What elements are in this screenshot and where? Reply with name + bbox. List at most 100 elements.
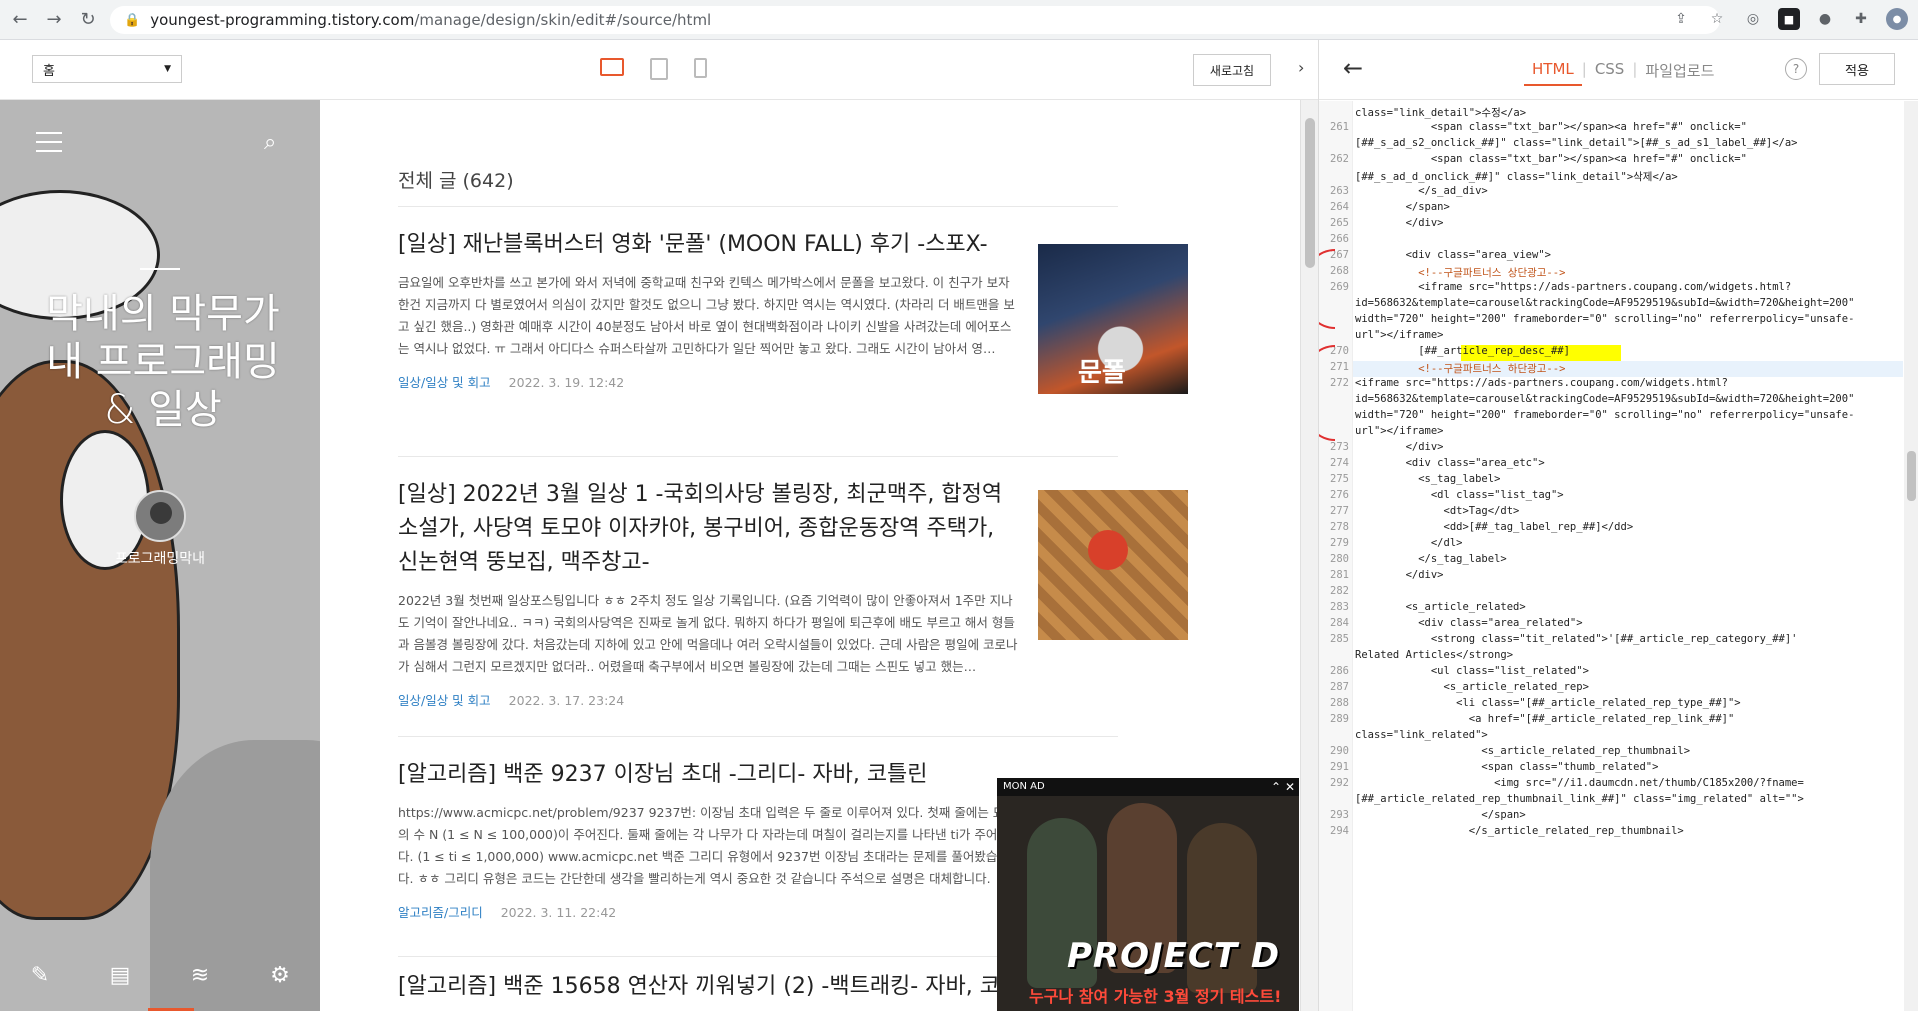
back-icon[interactable]: ← xyxy=(1343,54,1363,82)
blog-title[interactable]: 막내의 막무가내 프로그래밍 & 일상 xyxy=(38,290,288,434)
tab-html[interactable]: HTML xyxy=(1524,60,1582,86)
code-line[interactable]: <!--구글파트너스 상단광고--> xyxy=(1355,265,1565,280)
desktop-icon[interactable] xyxy=(600,58,624,76)
code-line[interactable]: <span class="thumb_related"> xyxy=(1355,761,1658,773)
code-line[interactable]: <span class="txt_bar"></span><a href="#"… xyxy=(1355,153,1747,165)
code-line[interactable]: </div> xyxy=(1355,441,1444,453)
post-title[interactable]: [알고리즘] 백준 15658 연산자 끼워넣기 (2) -백트래킹- 자바, … xyxy=(398,970,1098,1004)
code-line[interactable]: width="720" height="200" frameborder="0"… xyxy=(1355,313,1854,325)
help-icon[interactable]: ? xyxy=(1785,58,1807,80)
reload-icon[interactable]: ↻ xyxy=(74,6,102,34)
code-line[interactable]: </dl> xyxy=(1355,537,1463,549)
lock-icon: 🔒 xyxy=(124,12,141,28)
tab-file-upload[interactable]: 파일업로드 xyxy=(1637,60,1722,86)
code-line[interactable]: </span> xyxy=(1355,809,1525,821)
code-line[interactable]: <iframe src="https://ads-partners.coupan… xyxy=(1355,377,1728,389)
post-title[interactable]: [일상] 2022년 3월 일상 1 -국회의사당 볼링장, 최군맥주, 합정역… xyxy=(398,478,1018,580)
code-line[interactable]: [##_article_related_rep_thumbnail_link_#… xyxy=(1355,793,1804,805)
back-arrow-icon[interactable]: ← xyxy=(6,6,34,34)
post-summary[interactable]: 금요일에 오후반차를 쓰고 본가에 와서 저녁에 중학교때 친구와 킨텍스 메가… xyxy=(398,272,1018,360)
profile-name[interactable]: 프로그래밍막내 xyxy=(60,548,260,568)
tablet-icon[interactable] xyxy=(650,58,668,80)
github-icon[interactable]: ● xyxy=(1814,8,1836,30)
code-line[interactable]: <s_tag_label> xyxy=(1355,473,1500,485)
ad-banner[interactable]: MON AD ⌃ ✕ PROJECT D 누구나 참여 가능한 3월 정기 테스… xyxy=(997,778,1299,1011)
code-line[interactable]: </s_ad_div> xyxy=(1355,185,1488,197)
post-title[interactable]: [일상] 재난블록버스터 영화 '문폴' (MOON FALL) 후기 -스포X… xyxy=(398,228,1018,262)
code-line[interactable]: </div> xyxy=(1355,217,1444,229)
refresh-button[interactable]: 새로고침 xyxy=(1193,54,1271,86)
profile-avatar[interactable] xyxy=(134,490,186,542)
collapse-preview-icon[interactable]: › xyxy=(1298,58,1304,77)
address-bar[interactable]: 🔒 youngest-programming.tistory.com/manag… xyxy=(110,6,1720,34)
code-line[interactable]: </s_tag_label> xyxy=(1355,553,1507,565)
code-line[interactable]: id=568632&template=carousel&trackingCode… xyxy=(1355,297,1854,309)
code-line[interactable]: <s_article_related_rep_thumbnail> xyxy=(1355,745,1690,757)
rss-icon[interactable]: ≋ xyxy=(180,963,220,988)
post-title[interactable]: [알고리즘] 백준 9237 이장님 초대 -그리디- 자바, 코틀린 xyxy=(398,758,1018,792)
code-line[interactable]: <strong class="tit_related">'[##_article… xyxy=(1355,633,1798,645)
code-line[interactable]: class="link_detail">수정</a> xyxy=(1355,105,1526,120)
code-line[interactable]: <div class="area_related"> xyxy=(1355,617,1582,629)
code-line[interactable]: <iframe src="https://ads-partners.coupan… xyxy=(1355,281,1791,293)
post-summary[interactable]: https://www.acmicpc.net/problem/9237 923… xyxy=(398,802,1018,890)
code-line[interactable]: <div class="area_etc"> xyxy=(1355,457,1545,469)
tab-css[interactable]: CSS xyxy=(1587,60,1633,86)
code-line[interactable]: [##_article_rep_desc_##] xyxy=(1355,345,1570,357)
code-line[interactable]: <dt>Tag</dt> xyxy=(1355,505,1520,517)
code-line[interactable]: </div> xyxy=(1355,569,1444,581)
code-line[interactable]: <s_article_related_rep> xyxy=(1355,681,1589,693)
pencil-icon[interactable]: ✎ xyxy=(20,963,60,988)
code-line[interactable]: <dd>[##_tag_label_rep_##]</dd> xyxy=(1355,521,1634,533)
close-icon[interactable]: ✕ xyxy=(1285,780,1295,794)
code-line[interactable]: </span> xyxy=(1355,201,1450,213)
profile-avatar-icon[interactable]: ● xyxy=(1886,8,1908,30)
apply-button[interactable]: 적용 xyxy=(1819,53,1895,85)
code-line[interactable]: <img src="//i1.daumcdn.net/thumb/C185x20… xyxy=(1355,777,1804,789)
code-line[interactable]: url"></iframe> xyxy=(1355,425,1444,437)
code-line[interactable]: class="link_related"> xyxy=(1355,729,1488,741)
code-line[interactable]: <li class="[##_article_related_rep_type_… xyxy=(1355,697,1740,709)
code-line[interactable]: Related Articles</strong> xyxy=(1355,649,1513,661)
sidebar-bottom-bar: ✎ ▤ ≋ ⚙ xyxy=(0,940,320,1011)
mobile-icon[interactable] xyxy=(694,58,707,78)
page-select[interactable]: 홈 ▼ xyxy=(32,55,182,83)
code-line[interactable]: [##_s_ad_d_onclick_##]" class="link_deta… xyxy=(1355,169,1678,184)
post-category[interactable]: 알고리즘/그리디 xyxy=(398,905,483,920)
code-scrollbar[interactable] xyxy=(1904,101,1918,1011)
ext-circle-icon[interactable]: ◎ xyxy=(1742,8,1764,30)
code-line[interactable]: <ul class="list_related"> xyxy=(1355,665,1589,677)
search-icon[interactable]: ⌕ xyxy=(264,130,276,155)
menu-icon[interactable] xyxy=(36,132,62,159)
gear-icon[interactable]: ⚙ xyxy=(260,963,300,988)
post-date: 2022. 3. 19. 12:42 xyxy=(508,375,625,390)
post-thumbnail[interactable]: 문폴 xyxy=(1038,244,1188,394)
star-icon[interactable]: ☆ xyxy=(1706,8,1728,30)
code-line[interactable]: [##_s_ad_s2_onclick_##]" class="link_det… xyxy=(1355,137,1798,149)
post-item[interactable]: [일상] 2022년 3월 일상 1 -국회의사당 볼링장, 최군맥주, 합정역… xyxy=(398,478,1188,709)
share-icon[interactable]: ⇪ xyxy=(1670,8,1692,30)
code-line[interactable]: width="720" height="200" frameborder="0"… xyxy=(1355,409,1854,421)
code-line[interactable]: <span class="txt_bar"></span><a href="#"… xyxy=(1355,121,1747,133)
url-host: youngest-programming.tistory.com xyxy=(150,11,415,29)
code-line[interactable]: <div class="area_view"> xyxy=(1355,249,1551,261)
forward-arrow-icon[interactable]: → xyxy=(40,6,68,34)
code-editor[interactable]: class="link_detail">수정</a> 261 <span clas… xyxy=(1319,101,1904,1011)
code-line[interactable]: </s_article_related_rep_thumbnail> xyxy=(1355,825,1684,837)
ext-dark-icon[interactable]: ■ xyxy=(1778,8,1800,30)
post-category[interactable]: 일상/일상 및 회고 xyxy=(398,375,491,390)
code-line[interactable]: <dl class="list_tag"> xyxy=(1355,489,1564,501)
puzzle-icon[interactable]: ✚ xyxy=(1850,8,1872,30)
book-icon[interactable]: ▤ xyxy=(100,963,140,988)
code-line[interactable]: url"></iframe> xyxy=(1355,329,1444,341)
code-line[interactable]: <a href="[##_article_related_rep_link_##… xyxy=(1355,713,1735,725)
post-category[interactable]: 일상/일상 및 회고 xyxy=(398,693,491,708)
post-thumbnail[interactable] xyxy=(1038,490,1188,640)
code-line[interactable]: <s_article_related> xyxy=(1355,601,1526,613)
preview-scrollbar[interactable] xyxy=(1300,100,1318,1011)
code-line[interactable]: <!--구글파트너스 하단광고--> xyxy=(1355,361,1565,376)
code-line[interactable]: id=568632&template=carousel&trackingCode… xyxy=(1355,393,1854,405)
post-summary[interactable]: 2022년 3월 첫번째 일상포스팅입니다 ㅎㅎ 2주치 정도 일상 기록입니다… xyxy=(398,590,1018,678)
post-item[interactable]: [일상] 재난블록버스터 영화 '문폴' (MOON FALL) 후기 -스포X… xyxy=(398,228,1188,394)
chevron-up-icon[interactable]: ⌃ xyxy=(1271,780,1281,794)
